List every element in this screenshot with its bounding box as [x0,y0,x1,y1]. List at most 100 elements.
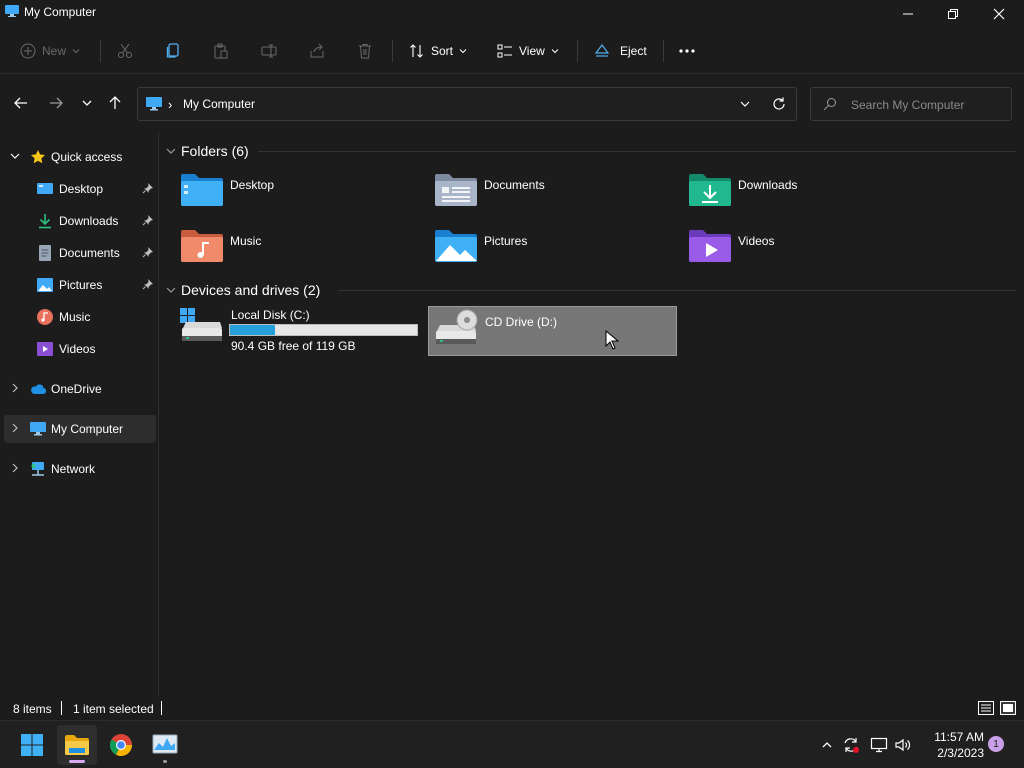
minimize-button[interactable] [885,0,931,28]
share-button[interactable] [309,37,325,65]
arrow-up-icon [109,96,121,109]
sidebar-item-videos[interactable]: Videos [4,335,156,363]
command-bar: New Sort View Eject [0,28,1024,74]
sort-button[interactable]: Sort [409,37,467,65]
windows-drive-icon [180,308,222,341]
new-label: New [42,44,67,58]
breadcrumb-current[interactable]: My Computer [183,97,255,111]
status-separator [161,701,162,715]
copy-button[interactable] [165,37,181,65]
folder-item-documents[interactable]: Documents [434,172,684,218]
group-divider [338,290,1016,291]
onedrive-cloud-icon [31,384,46,395]
taskbar-app-chrome[interactable] [101,725,141,765]
running-app-indicator [163,760,167,763]
sidebar-item-desktop[interactable]: Desktop [4,175,156,203]
start-button[interactable] [12,725,52,765]
folder-item-videos[interactable]: Videos [688,228,938,274]
drives-group-header[interactable]: Devices and drives (2) [166,279,1016,301]
forward-button[interactable] [45,92,67,114]
search-input[interactable]: Search My Computer [810,87,1012,121]
drive-item-cd-drive[interactable]: CD Drive (D:) [428,306,677,356]
sidebar-item-label: Desktop [59,182,104,196]
drive-item-local-disk[interactable]: Local Disk (C:) 90.4 GB free of 119 GB [179,306,424,356]
show-hidden-icons-button[interactable] [817,735,837,755]
chevron-down-icon[interactable] [166,146,176,156]
sidebar-item-quick-access[interactable]: Quick access [4,143,156,171]
folder-item-downloads[interactable]: Downloads [688,172,938,218]
selection-count: 1 item selected [73,702,154,716]
taskbar-app-file-explorer[interactable] [57,725,97,765]
up-button[interactable] [104,92,126,114]
arrow-left-icon [14,97,27,109]
sidebar-item-label: Network [51,462,96,476]
videos-icon [37,342,53,356]
folder-item-desktop[interactable]: Desktop [180,172,430,218]
back-button[interactable] [10,92,32,114]
volume-button[interactable] [893,735,913,755]
view-button[interactable]: View [497,37,559,65]
chevron-down-icon[interactable] [10,151,20,161]
refresh-icon[interactable] [771,96,787,112]
sync-icon [844,738,859,753]
large-icons-view-icon[interactable] [999,699,1017,717]
rename-button[interactable] [261,37,277,65]
restore-button[interactable] [930,0,976,28]
folder-label: Desktop [230,178,275,192]
copy-icon [166,43,179,58]
chevron-right-icon[interactable] [10,463,20,473]
sidebar-item-label: Quick access [51,150,123,164]
sidebar-item-documents[interactable]: Documents [4,239,156,267]
paste-button[interactable] [213,37,229,65]
more-icon [679,49,695,53]
chevron-down-icon[interactable] [166,285,176,295]
music-folder-icon [181,230,223,262]
sidebar-item-pictures[interactable]: Pictures [4,271,156,299]
chevron-up-icon [822,742,832,748]
chevron-down-icon [459,49,467,54]
chrome-icon [110,734,132,757]
sidebar-item-downloads[interactable]: Downloads [4,207,156,235]
sidebar-divider [158,132,159,697]
more-options-button[interactable] [678,37,696,65]
sidebar-item-label: Pictures [59,278,103,292]
chevron-right-icon[interactable] [10,383,20,393]
notification-badge[interactable]: 1 [988,736,1004,752]
new-button[interactable]: New [20,37,80,65]
taskbar-app-task-manager[interactable] [145,725,185,765]
address-bar[interactable]: › My Computer [137,87,797,121]
sidebar-item-my-computer[interactable]: My Computer [4,415,156,443]
share-icon [310,43,324,58]
details-view-icon[interactable] [977,699,995,717]
window-title: My Computer [24,5,97,19]
folder-label: Downloads [738,178,798,192]
pin-icon [142,279,153,290]
eject-button[interactable]: Eject [594,37,647,65]
sidebar-item-label: Downloads [59,214,119,228]
windows-start-icon [21,734,43,756]
arrow-right-icon [50,97,63,109]
clock-date: 2/3/2023 [937,746,984,760]
clock[interactable]: 11:57 AM 2/3/2023 [922,729,984,761]
cut-button[interactable] [117,37,133,65]
sidebar-item-music[interactable]: Music [4,303,156,331]
documents-folder-icon [435,174,477,206]
close-button[interactable] [976,0,1022,28]
folder-item-pictures[interactable]: Pictures [434,228,684,274]
network-status-button[interactable] [869,735,889,755]
sidebar-item-label: Videos [59,342,96,356]
sidebar-item-network[interactable]: Network [4,455,156,483]
recent-locations-button[interactable] [76,92,98,114]
status-bar: 8 items 1 item selected [0,697,1024,720]
delete-button[interactable] [357,37,373,65]
chevron-down-icon[interactable] [738,97,752,111]
network-monitor-icon [870,737,888,753]
status-separator [61,701,62,715]
folder-item-music[interactable]: Music [180,228,430,274]
task-manager-icon [152,734,178,754]
sync-status-button[interactable] [841,735,861,755]
downloads-icon [39,214,51,229]
sidebar-item-onedrive[interactable]: OneDrive [4,375,156,403]
folders-group-header[interactable]: Folders (6) [166,140,1016,162]
chevron-right-icon[interactable] [10,423,20,433]
